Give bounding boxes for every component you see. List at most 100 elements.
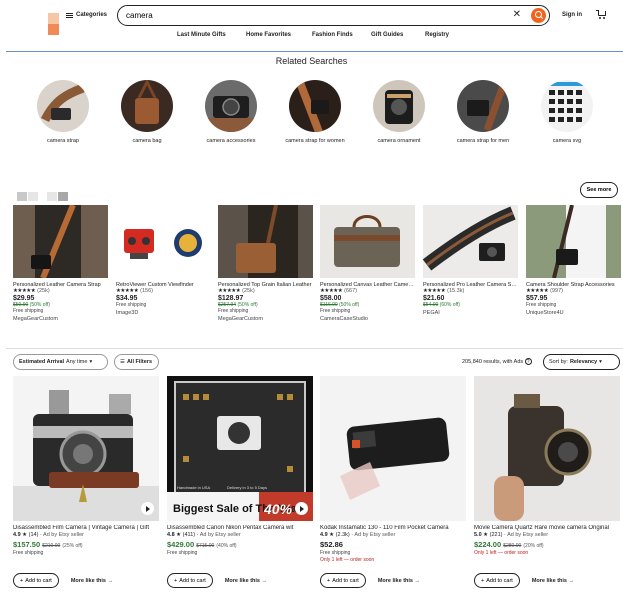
ad-product-card[interactable]: Personalized Pro Leather Camera Strap ★★… [423,205,518,316]
plus-icon: + [327,577,331,584]
ad-product-card[interactable]: Personalized Canvas Leather Camera Bag ★… [320,205,415,322]
clear-icon[interactable]: ✕ [513,9,521,21]
estimated-arrival-filter[interactable]: Estimated Arrival Any time ▾ [13,354,108,370]
related-search-image [457,80,509,132]
listing-card[interactable]: Biggest Sale of The Year 40% Handmade in… [167,376,313,588]
chevron-down-icon: ▾ [599,359,602,365]
product-image [423,205,518,278]
related-search-item[interactable]: camera ornament [364,80,434,145]
add-to-cart-button[interactable]: + Add to cart [320,573,366,588]
more-like-this-link[interactable]: More like this → [71,578,113,584]
listing-image [320,376,466,521]
listing-rating: 4.9 ★ (2.3k) · Ad by Etsy seller [320,532,396,538]
related-search-label: camera strap [46,138,80,144]
more-like-this-link[interactable]: More like this → [532,578,574,584]
add-to-cart-button[interactable]: + Add to cart [167,573,213,588]
more-like-this-link[interactable]: More like this → [225,578,267,584]
search-icon[interactable] [531,8,546,23]
arrow-right-icon: → [414,577,421,584]
filter-icon: ☰ [120,359,125,365]
made-in-text: Handmade in USA [177,485,210,490]
listing-rating: 5.0 ★ (221) · Ad by Etsy seller [474,532,549,538]
listing-title: Disassembled Film Camera | Vintage Camer… [13,525,150,531]
related-search-item[interactable]: camera strap for men [448,80,518,145]
cart-icon[interactable] [596,10,606,19]
top-nav: Last Minute Gifts Home Favorites Fashion… [0,32,623,42]
shop-swatch [17,192,27,201]
related-search-item[interactable]: camera svg [532,80,602,145]
listing-image [474,376,620,521]
categories-button[interactable]: Categories [66,12,107,18]
related-search-label: camera ornament [377,138,421,144]
sort-dropdown[interactable]: Sort by: Relevancy ▾ [543,354,620,370]
info-icon[interactable]: ? [524,358,532,365]
play-video-icon[interactable] [295,502,308,515]
add-to-cart-button[interactable]: + Add to cart [13,573,59,588]
listing-image [13,376,159,521]
listing-banner-percent: 40% [263,501,293,517]
listing-shipping: Free shipping [320,550,351,556]
product-rating: ★★★★★ (156) [116,288,153,294]
listing-price: $157.50 $210.00 (25% off) [13,540,83,549]
product-shipping: Free shipping [218,308,249,314]
product-price: $21.60 [423,295,445,302]
related-search-item[interactable]: camera strap [28,80,98,145]
play-video-icon[interactable] [141,502,154,515]
product-image [13,205,108,278]
see-more-button[interactable]: See more [580,182,618,198]
search-input[interactable] [126,9,486,22]
product-price: $128.97 [218,295,244,302]
related-search-item[interactable]: camera bag [112,80,182,145]
all-filters-button[interactable]: ☰ All Filters [114,354,159,370]
product-price: $29.95 [13,295,35,302]
product-shop: PEGAI [423,310,440,316]
section-divider [6,348,623,349]
listing-shipping: Free shipping [13,550,44,556]
related-search-item[interactable]: camera accessories [196,80,266,145]
product-shop: MegaGearCustom [13,316,58,322]
nav-gift-guides[interactable]: Gift Guides [371,32,403,38]
ad-product-card[interactable]: Personalized Leather Camera Strap ★★★★★(… [13,205,108,322]
plus-icon: + [174,577,178,584]
ad-product-card[interactable]: Personalized Top Grain Italian Leather ★… [218,205,313,322]
product-rating: ★★★★★ (15.3k) [423,288,465,294]
product-rating: ★★★★★ (667) [320,288,357,294]
plus-icon: + [20,577,24,584]
product-price: $58.00 [320,295,342,302]
plus-icon: + [481,577,485,584]
ad-product-card[interactable]: Camera Shoulder Strap Accessories ★★★★★(… [526,205,621,316]
related-search-item[interactable]: camera strap for women [280,80,350,145]
product-shipping: Free shipping [116,302,147,308]
ad-product-card[interactable]: RetroViewer Custom Viewfinder ★★★★★ (156)… [116,205,211,316]
nav-registry[interactable]: Registry [425,32,449,38]
add-to-cart-button[interactable]: + Add to cart [474,573,520,588]
signin-link[interactable]: Sign in [562,12,582,18]
chevron-down-icon: ▾ [89,359,93,365]
related-search-image [205,80,257,132]
arrow-right-icon: → [568,577,575,584]
product-image [320,205,415,278]
delivery-text: Delivery in 3 to 5 Days [227,485,267,490]
product-shipping: Free shipping [320,308,351,314]
product-shop: CameraCaseStudio [320,316,368,322]
shop-swatch [58,192,68,201]
nav-home-favorites[interactable]: Home Favorites [246,32,291,38]
listing-price: $429.00 $715.00 (40% off) [167,540,237,549]
nav-fashion-finds[interactable]: Fashion Finds [312,32,353,38]
product-price: $57.95 [526,295,548,302]
shop-swatch [28,192,38,201]
listing-card[interactable]: Disassembled Film Camera | Vintage Camer… [13,376,159,588]
more-like-this-link[interactable]: More like this → [378,578,420,584]
product-image [116,205,211,278]
related-search-image [289,80,341,132]
listing-card[interactable]: Movie Camera Quartz Rare movie camera Or… [474,376,620,588]
product-shop: UniqueStore4U [526,310,564,316]
categories-label: Categories [76,12,108,18]
results-count: 205,840 results, with Ads ? [462,358,532,365]
shop-swatch [47,192,57,201]
listing-card[interactable]: Kodak Instamatic 130 - 110 Film Pocket C… [320,376,466,588]
nav-last-minute-gifts[interactable]: Last Minute Gifts [177,32,226,38]
product-shipping: Free shipping [526,302,557,308]
header-divider [6,51,623,52]
product-image [526,205,621,278]
